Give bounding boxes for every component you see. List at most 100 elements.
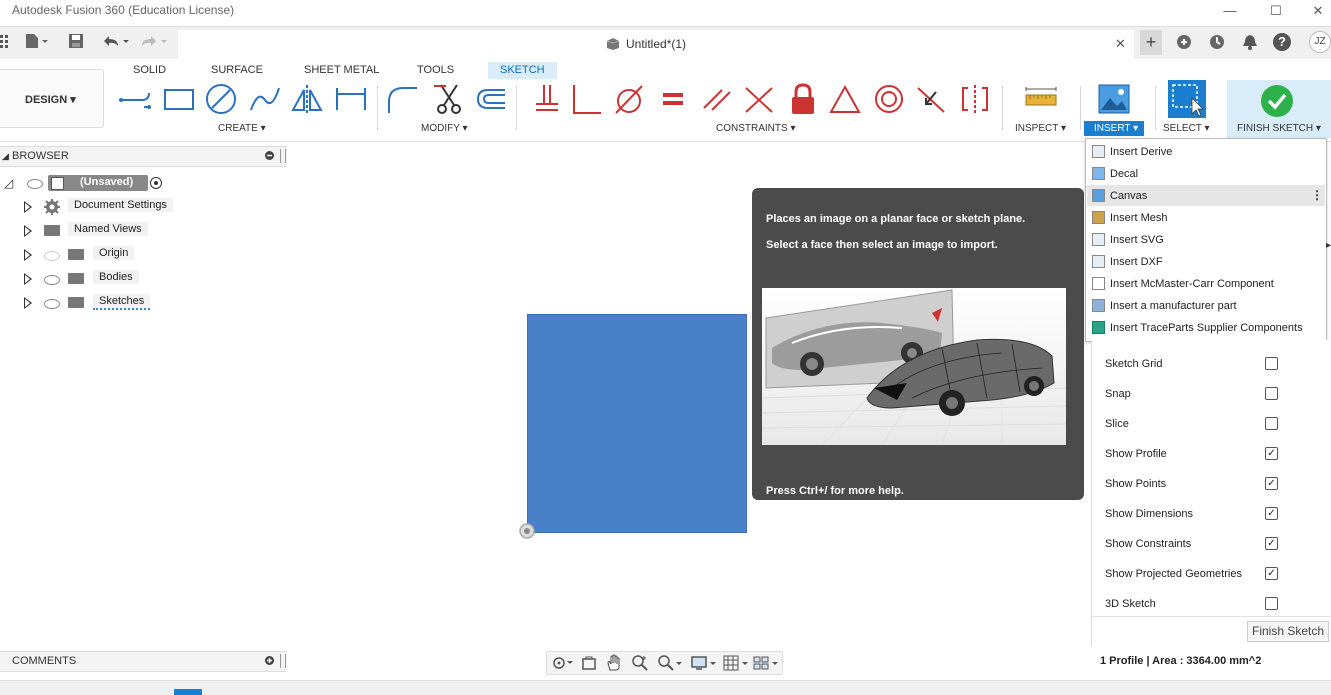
display-settings-icon[interactable] [691,655,717,671]
inspect-group-label[interactable]: INSPECT ▾ [1015,123,1066,134]
collapse-arrow-icon[interactable]: ◢ [2,151,9,162]
menu-item-insert-traceparts[interactable]: Insert TraceParts Supplier Components [1087,317,1325,338]
dimension-tool-icon[interactable] [334,82,368,116]
mirror-tool-icon[interactable] [290,82,324,116]
browser-header[interactable]: ◢ BROWSER [0,146,287,167]
fix-lock-icon[interactable] [786,82,820,116]
horizontal-vertical-triangle-icon[interactable] [828,82,862,116]
tab-sheet-metal[interactable]: SHEET METAL [301,62,382,79]
finish-sketch-panel[interactable]: FINISH SKETCH ▾ [1227,80,1331,138]
show-points-checkbox[interactable]: ✓ [1265,477,1278,490]
tab-surface[interactable]: SURFACE [208,62,266,79]
equal-constraint-icon[interactable] [656,82,690,116]
workspace-switcher[interactable]: DESIGN ▾ [0,69,104,128]
coincident-constraint-icon[interactable] [530,82,564,116]
origin-point-icon[interactable] [518,522,536,540]
browser-item-bodies[interactable]: Bodies [0,270,287,288]
menu-item-insert-derive[interactable]: Insert Derive [1087,141,1325,162]
expanded-triangle-icon[interactable]: ◿ [4,176,13,190]
browser-pin-icon[interactable] [280,149,286,163]
save-icon[interactable] [68,33,84,49]
3d-sketch-checkbox[interactable] [1265,597,1278,610]
notifications-bell-icon[interactable] [1242,33,1258,51]
pan-hand-icon[interactable] [605,654,623,672]
tab-solid[interactable]: SOLID [130,62,169,79]
select-tool-icon[interactable] [1168,80,1206,118]
expand-triangle-icon[interactable] [24,273,32,285]
browser-root-node[interactable]: ◿ (Unsaved) [0,174,287,192]
help-icon[interactable]: ? [1273,33,1291,51]
line-tool-icon[interactable] [118,82,152,116]
parallel-constraint-icon[interactable] [700,82,734,116]
visibility-eye-icon[interactable] [27,179,43,189]
tab-tools[interactable]: TOOLS [414,62,457,79]
expand-triangle-icon[interactable] [24,297,32,309]
sketch-rectangle-profile[interactable] [527,314,747,533]
circle-tool-icon[interactable] [204,82,238,116]
menu-item-canvas[interactable]: Canvas ⋮ [1087,185,1325,206]
document-tab[interactable]: Untitled*(1) ✕ [178,30,1134,59]
browser-item-document-settings[interactable]: Document Settings [0,198,287,216]
slice-checkbox[interactable] [1265,417,1278,430]
symmetry-constraint-icon[interactable] [958,82,992,116]
fit-zoom-icon[interactable] [657,654,683,672]
fillet-tool-icon[interactable] [386,82,420,116]
undo-icon[interactable] [100,33,132,49]
expand-triangle-icon[interactable] [24,249,32,261]
spline-tool-icon[interactable] [248,82,282,116]
file-menu-icon[interactable] [24,33,48,49]
browser-minimize-icon[interactable] [265,151,274,160]
close-window-button[interactable]: ✕ [1308,2,1328,20]
expand-triangle-icon[interactable] [24,225,32,237]
close-tab-button[interactable]: ✕ [1115,36,1126,52]
offset-tool-icon[interactable] [474,82,508,116]
user-avatar[interactable]: JZ [1309,31,1331,53]
tangent-constraint-icon[interactable] [612,82,646,116]
extensions-icon[interactable] [1175,33,1193,51]
menu-item-insert-mesh[interactable]: Insert Mesh [1087,207,1325,228]
menu-item-insert-svg[interactable]: Insert SVG [1087,229,1325,250]
menu-item-decal[interactable]: Decal [1087,163,1325,184]
perpendicular-cross-icon[interactable] [742,82,776,116]
show-constraints-checkbox[interactable]: ✓ [1265,537,1278,550]
add-comment-icon[interactable] [265,656,274,665]
hidden-eye-icon[interactable] [44,251,60,261]
rectangle-tool-icon[interactable] [162,82,196,116]
sketch-grid-checkbox[interactable] [1265,357,1278,370]
redo-icon[interactable] [140,33,170,49]
browser-item-sketches[interactable]: Sketches [0,294,287,312]
menu-item-insert-manufacturer-part[interactable]: Insert a manufacturer part [1087,295,1325,316]
orbit-icon[interactable] [551,655,573,671]
timeline-sketch-marker[interactable] [174,689,202,695]
concentric-constraint-icon[interactable] [872,82,906,116]
show-dimensions-checkbox[interactable]: ✓ [1265,507,1278,520]
select-group-label[interactable]: SELECT ▾ [1163,123,1210,134]
viewports-icon[interactable] [753,655,779,671]
more-options-icon[interactable]: ⋮ [1311,188,1323,202]
measure-ruler-icon[interactable] [1024,82,1058,116]
visibility-eye-icon[interactable] [44,275,60,285]
job-status-icon[interactable] [1208,33,1226,51]
trim-scissors-icon[interactable] [432,82,466,116]
grid-menu-icon[interactable] [0,33,8,49]
finish-sketch-button[interactable]: Finish Sketch [1247,621,1329,642]
activate-radio-icon[interactable] [150,177,162,189]
zoom-icon[interactable] [631,654,649,672]
grid-settings-icon[interactable] [723,655,749,671]
minimize-button[interactable]: — [1220,2,1240,20]
menu-item-insert-dxf[interactable]: Insert DXF [1087,251,1325,272]
visibility-eye-icon[interactable] [44,299,60,309]
browser-item-origin[interactable]: Origin [0,246,287,264]
modify-group-label[interactable]: MODIFY ▾ [421,123,468,134]
constraints-group-label[interactable]: CONSTRAINTS ▾ [716,123,795,134]
new-tab-button[interactable]: + [1140,30,1162,55]
insert-image-icon[interactable] [1097,82,1131,116]
comments-panel-header[interactable]: COMMENTS [0,651,287,672]
menu-item-insert-mcmaster[interactable]: Insert McMaster-Carr Component [1087,273,1325,294]
snap-checkbox[interactable] [1265,387,1278,400]
tab-sketch[interactable]: SKETCH [488,62,557,79]
show-projected-geometries-checkbox[interactable]: ✓ [1265,567,1278,580]
browser-item-named-views[interactable]: Named Views [0,222,287,240]
palette-expand-arrow-icon[interactable]: ▸ [1326,240,1331,251]
expand-triangle-icon[interactable] [24,201,32,213]
